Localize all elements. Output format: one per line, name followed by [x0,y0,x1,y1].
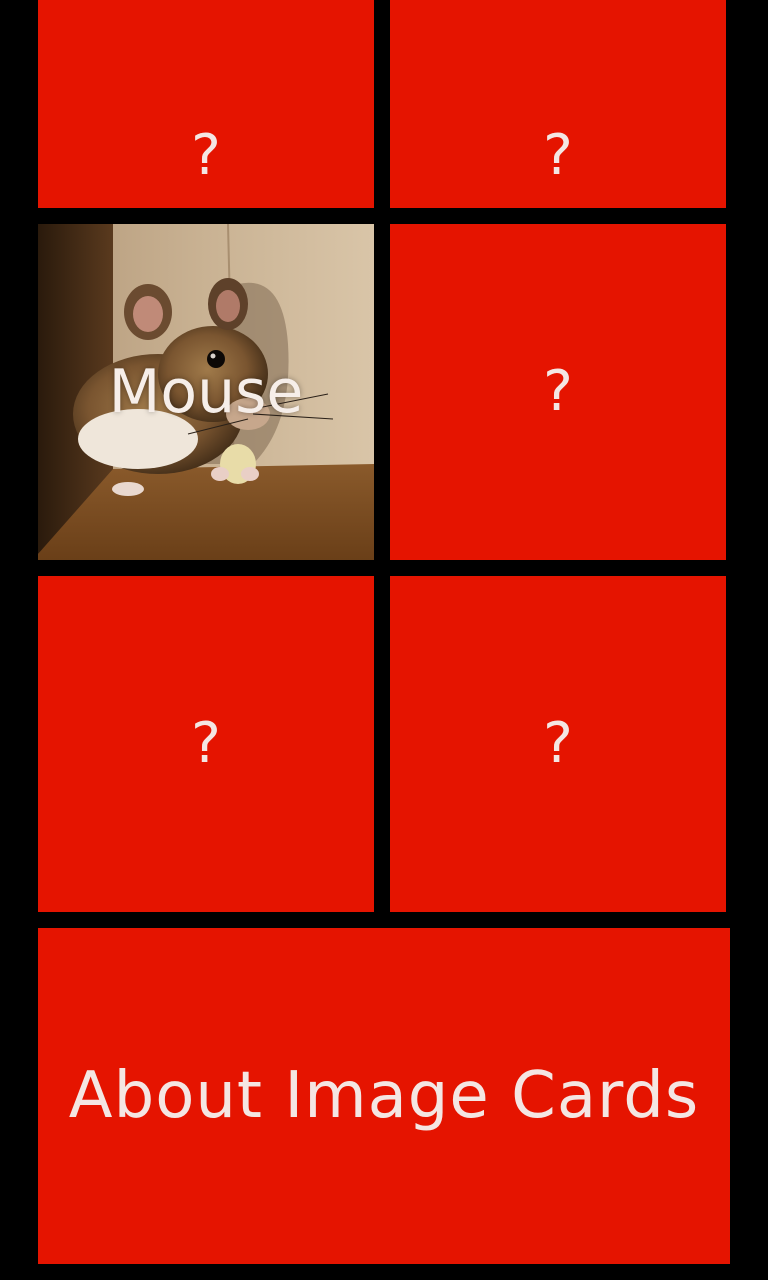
card-tile-4[interactable]: ? [390,224,726,560]
card-tile-1[interactable]: ? [38,0,374,208]
card-tile-5[interactable]: ? [38,576,374,912]
card-tile-2[interactable]: ? [390,0,726,208]
card-label: ? [543,123,573,188]
card-label: ? [191,123,221,188]
card-label: ? [543,359,573,424]
card-tile-6[interactable]: ? [390,576,726,912]
card-label: ? [543,711,573,776]
about-button-label: About Image Cards [68,1059,700,1133]
about-image-cards-button[interactable]: About Image Cards [38,928,730,1264]
card-grid-screen: ? ? Mouse ? ? ? About Image Cards [0,0,768,1280]
card-label: Mouse [108,357,304,427]
card-tile-mouse[interactable]: Mouse [38,224,374,560]
card-label: ? [191,711,221,776]
